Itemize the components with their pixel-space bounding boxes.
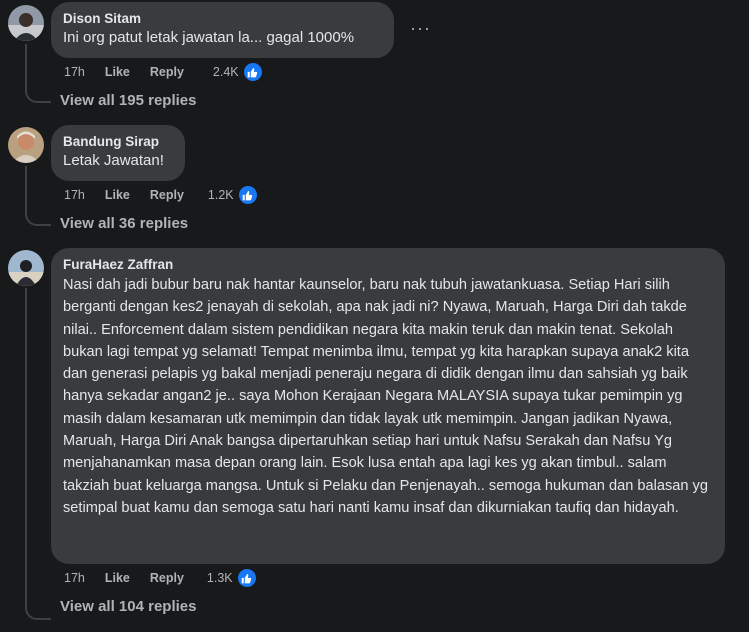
view-replies-link[interactable]: View all 36 replies (60, 215, 188, 232)
like-button[interactable]: Like (105, 188, 130, 202)
comment-text: Nasi dah jadi bubur baru nak hantar kaun… (63, 277, 708, 516)
avatar[interactable] (8, 127, 44, 163)
thumbs-up-icon (236, 568, 257, 588)
like-button[interactable]: Like (105, 65, 130, 79)
like-button[interactable]: Like (105, 571, 130, 585)
comment-actions: 17h Like Reply 1.2K (64, 185, 258, 205)
comment-text: Letak Jawatan! (63, 152, 164, 169)
thread-connector (25, 89, 51, 103)
more-options-icon[interactable]: ··· (410, 18, 431, 39)
thumbs-up-icon (237, 185, 258, 205)
reaction-count[interactable]: 2.4K (213, 65, 239, 79)
reply-button[interactable]: Reply (150, 65, 184, 79)
comment-actions: 17h Like Reply 2.4K (64, 62, 263, 82)
thread-line (25, 44, 27, 90)
thread-connector (25, 606, 51, 620)
avatar[interactable] (8, 5, 44, 41)
comment-bubble: Bandung Sirap Letak Jawatan! (51, 125, 185, 181)
comment-timestamp[interactable]: 17h (64, 65, 85, 79)
thumbs-up-icon (242, 62, 263, 82)
avatar[interactable] (8, 250, 44, 286)
reaction-count[interactable]: 1.2K (208, 188, 234, 202)
comment-timestamp[interactable]: 17h (64, 188, 85, 202)
reply-button[interactable]: Reply (150, 188, 184, 202)
comment-actions: 17h Like Reply 1.3K (64, 568, 257, 588)
comment-timestamp[interactable]: 17h (64, 571, 85, 585)
comment-author[interactable]: FuraHaez Zaffran (63, 257, 713, 272)
comment-bubble: Dison Sitam Ini org patut letak jawatan … (51, 2, 394, 58)
view-replies-link[interactable]: View all 195 replies (60, 92, 196, 109)
reaction-count[interactable]: 1.3K (207, 571, 233, 585)
reply-button[interactable]: Reply (150, 571, 184, 585)
comment-author[interactable]: Bandung Sirap (63, 134, 173, 149)
comment-bubble: FuraHaez Zaffran Nasi dah jadi bubur bar… (51, 248, 725, 564)
thread-connector (25, 212, 51, 226)
thread-line (25, 166, 27, 213)
thread-line (25, 288, 27, 607)
comment-author[interactable]: Dison Sitam (63, 11, 382, 26)
comment-text: Ini org patut letak jawatan la... gagal … (63, 29, 355, 46)
view-replies-link[interactable]: View all 104 replies (60, 598, 196, 615)
